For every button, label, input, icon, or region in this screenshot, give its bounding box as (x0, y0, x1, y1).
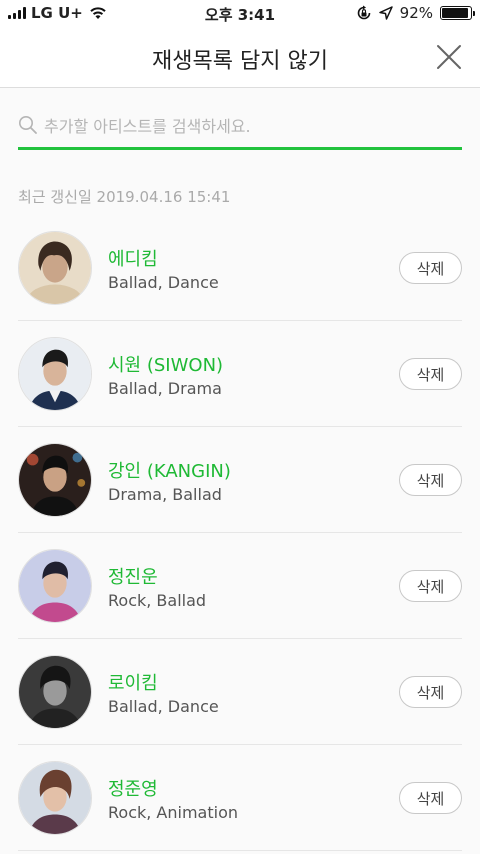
artist-avatar (18, 655, 92, 729)
artist-genre: Drama, Ballad (108, 485, 222, 504)
artist-avatar (18, 549, 92, 623)
list-item: 강인 (KANGIN) Drama, Ballad 삭제 (0, 427, 480, 533)
delete-button[interactable]: 삭제 (399, 358, 462, 390)
artist-genre: Ballad, Dance (108, 273, 219, 292)
location-icon (378, 6, 393, 20)
artist-genre: Ballad, Dance (108, 697, 219, 716)
artist-genre: Ballad, Drama (108, 379, 222, 398)
search-bar (18, 104, 462, 150)
artist-name[interactable]: 시원 (SIWON) (108, 351, 223, 377)
artist-name[interactable]: 강인 (KANGIN) (108, 457, 231, 483)
list-item: 시원 (SIWON) Ballad, Drama 삭제 (0, 321, 480, 427)
battery-percent: 92% (399, 4, 433, 22)
list-item: 정준영 Rock, Animation 삭제 (0, 745, 480, 851)
artist-avatar (18, 231, 92, 305)
artist-name[interactable]: 정준영 (108, 775, 158, 801)
delete-button[interactable]: 삭제 (399, 570, 462, 602)
artist-list: 에디킴 Ballad, Dance 삭제 시원 (SIWON) Ballad, … (0, 215, 480, 851)
battery-icon (440, 6, 475, 20)
list-item: 에디킴 Ballad, Dance 삭제 (0, 215, 480, 321)
search-icon (19, 116, 37, 134)
artist-avatar (18, 337, 92, 411)
artist-name[interactable]: 에디킴 (108, 245, 158, 271)
delete-button[interactable]: 삭제 (399, 464, 462, 496)
close-icon[interactable] (434, 42, 464, 72)
artist-genre: Rock, Animation (108, 803, 238, 822)
header: 재생목록 담지 않기 (0, 26, 480, 88)
last-updated-text: 최근 갱신일 2019.04.16 15:41 (18, 188, 231, 206)
list-item: 정진운 Rock, Ballad 삭제 (0, 533, 480, 639)
artist-name[interactable]: 로이킴 (108, 669, 158, 695)
artist-avatar (18, 443, 92, 517)
battery-fill (442, 8, 468, 18)
delete-button[interactable]: 삭제 (399, 252, 462, 284)
search-input[interactable] (44, 110, 454, 142)
delete-button[interactable]: 삭제 (399, 782, 462, 814)
orientation-lock-icon (357, 5, 370, 20)
delete-button[interactable]: 삭제 (399, 676, 462, 708)
artist-genre: Rock, Ballad (108, 591, 207, 610)
list-item: 로이킴 Ballad, Dance 삭제 (0, 639, 480, 745)
page-title: 재생목록 담지 않기 (152, 49, 328, 74)
status-bar: LG U+ 오후 3:41 92% (0, 0, 480, 26)
status-right: 92% (356, 4, 475, 22)
artist-avatar (18, 761, 92, 835)
artist-name[interactable]: 정진운 (108, 563, 158, 589)
